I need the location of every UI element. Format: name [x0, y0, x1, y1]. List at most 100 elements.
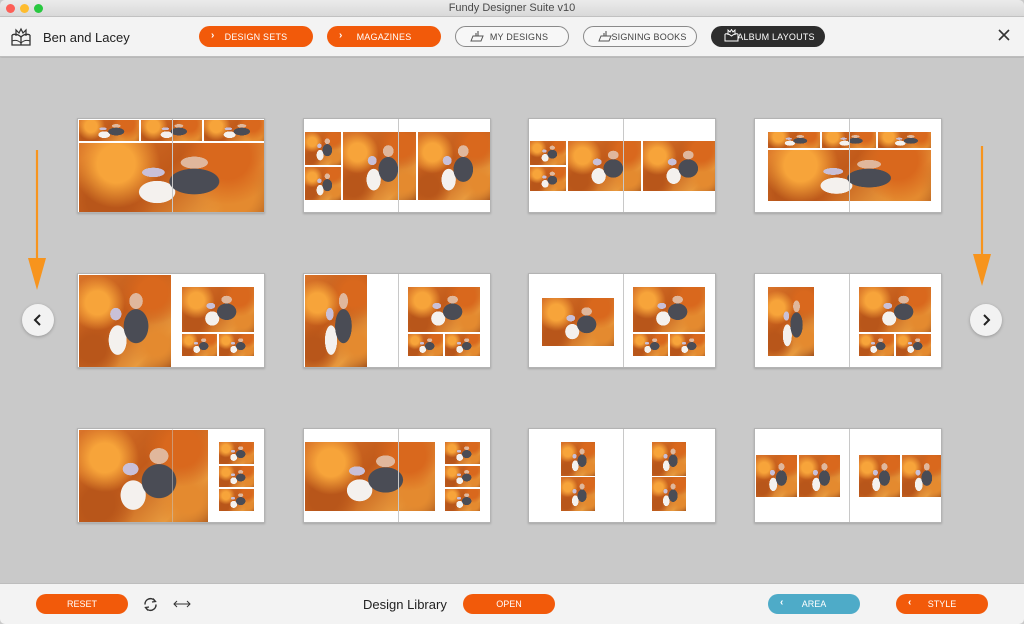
photo-slot — [78, 429, 209, 522]
photo-slot — [203, 119, 264, 142]
photo-slot — [541, 297, 615, 347]
style-button[interactable]: ‹ STYLE — [896, 594, 988, 614]
photo-slot — [304, 274, 368, 367]
photo-slot — [444, 465, 481, 488]
photo-slot — [669, 333, 706, 357]
magazines-button[interactable]: › MAGAZINES — [327, 26, 441, 47]
down-arrow-annotation-icon — [973, 146, 991, 286]
spread-gutter — [172, 429, 173, 522]
album-icon — [724, 29, 739, 42]
layout-thumbnail-12[interactable] — [754, 428, 942, 523]
project-brand: Ben and Lacey — [10, 27, 130, 47]
photo-slot — [181, 286, 255, 333]
project-name: Ben and Lacey — [43, 29, 130, 45]
photo-slot — [417, 131, 490, 201]
photo-slot — [560, 476, 596, 512]
photo-slot — [858, 286, 932, 333]
photo-slot — [632, 333, 669, 357]
open-label: OPEN — [496, 599, 522, 609]
spread-gutter — [398, 274, 399, 367]
photo-slot — [444, 441, 481, 465]
photo-slot — [78, 274, 172, 367]
chevron-left-icon: ‹ — [908, 597, 912, 608]
style-label: STYLE — [927, 599, 957, 609]
photo-slot — [407, 333, 444, 357]
app-window: Fundy Designer Suite v10 Ben and Lacey ›… — [0, 0, 1024, 624]
photo-slot — [444, 333, 481, 357]
chevron-right-icon: › — [211, 30, 215, 41]
previous-page-button[interactable] — [22, 304, 54, 336]
layout-thumbnail-3[interactable] — [528, 118, 716, 213]
area-label: AREA — [801, 599, 827, 609]
layout-thumbnail-8[interactable] — [754, 273, 942, 368]
close-icon[interactable] — [996, 27, 1012, 43]
chevron-left-icon — [33, 314, 41, 326]
chevron-left-icon: ‹ — [780, 597, 784, 608]
layout-thumbnail-2[interactable] — [303, 118, 491, 213]
photo-slot — [529, 166, 567, 192]
photo-slot — [798, 454, 841, 498]
my-designs-label: MY DESIGNS — [489, 31, 549, 42]
spread-gutter — [849, 429, 850, 522]
top-toolbar: Ben and Lacey › DESIGN SETS › MAGAZINES … — [0, 17, 1024, 57]
layout-thumbnail-5[interactable] — [77, 273, 265, 368]
photo-slot — [407, 286, 481, 333]
spread-gutter — [398, 119, 399, 212]
design-hand-icon — [598, 31, 612, 42]
layout-thumbnail-1[interactable] — [77, 118, 265, 213]
photo-slot — [767, 286, 815, 357]
photo-slot — [895, 333, 932, 357]
photo-slot — [877, 131, 932, 149]
photo-slot — [181, 333, 218, 357]
spread-gutter — [623, 119, 624, 212]
reset-label: RESET — [66, 599, 97, 609]
album-layouts-button[interactable]: ALBUM LAYOUTS — [711, 26, 825, 47]
photo-slot — [342, 131, 417, 201]
photo-slot — [858, 333, 895, 357]
refresh-icon[interactable] — [142, 596, 159, 613]
magazines-label: MAGAZINES — [356, 31, 412, 42]
layout-thumbnail-9[interactable] — [77, 428, 265, 523]
layout-thumbnail-7[interactable] — [528, 273, 716, 368]
layout-thumbnail-4[interactable] — [754, 118, 942, 213]
bottom-toolbar: RESET Design Library OPEN ‹ AREA ‹ STYLE — [0, 583, 1024, 624]
design-library-grid — [0, 58, 1024, 583]
design-hand-icon — [470, 31, 484, 42]
design-sets-button[interactable]: › DESIGN SETS — [199, 26, 313, 47]
signing-books-button[interactable]: SIGNING BOOKS — [583, 26, 697, 47]
my-designs-button[interactable]: MY DESIGNS — [455, 26, 569, 47]
open-button[interactable]: OPEN — [463, 594, 555, 614]
spread-gutter — [623, 274, 624, 367]
photo-slot — [304, 441, 436, 512]
photo-slot — [755, 454, 798, 498]
next-page-button[interactable] — [970, 304, 1002, 336]
spread-gutter — [849, 274, 850, 367]
area-button[interactable]: ‹ AREA — [768, 594, 860, 614]
chevron-right-icon — [983, 314, 991, 326]
photo-slot — [218, 465, 255, 488]
photo-slot — [304, 131, 342, 166]
photo-slot — [567, 140, 642, 192]
window-title: Fundy Designer Suite v10 — [448, 2, 576, 14]
photo-slot — [632, 286, 706, 333]
swap-horizontal-icon[interactable] — [172, 599, 192, 609]
photo-slot — [218, 441, 255, 465]
album-book-icon — [11, 27, 31, 46]
photo-slot — [767, 131, 821, 149]
reset-button[interactable]: RESET — [36, 594, 128, 614]
layout-thumbnail-10[interactable] — [303, 428, 491, 523]
spread-gutter — [623, 429, 624, 522]
design-sets-label: DESIGN SETS — [224, 31, 288, 42]
photo-slot — [651, 476, 687, 512]
photo-slot — [218, 488, 255, 512]
photo-slot — [78, 119, 140, 142]
photo-slot — [444, 488, 481, 512]
photo-slot — [901, 454, 941, 498]
spread-gutter — [849, 119, 850, 212]
layout-thumbnail-6[interactable] — [303, 273, 491, 368]
layout-thumbnail-11[interactable] — [528, 428, 716, 523]
spread-gutter — [398, 429, 399, 522]
title-bar: Fundy Designer Suite v10 — [0, 0, 1024, 17]
photo-slot — [858, 454, 901, 498]
down-arrow-annotation-icon — [28, 150, 46, 290]
